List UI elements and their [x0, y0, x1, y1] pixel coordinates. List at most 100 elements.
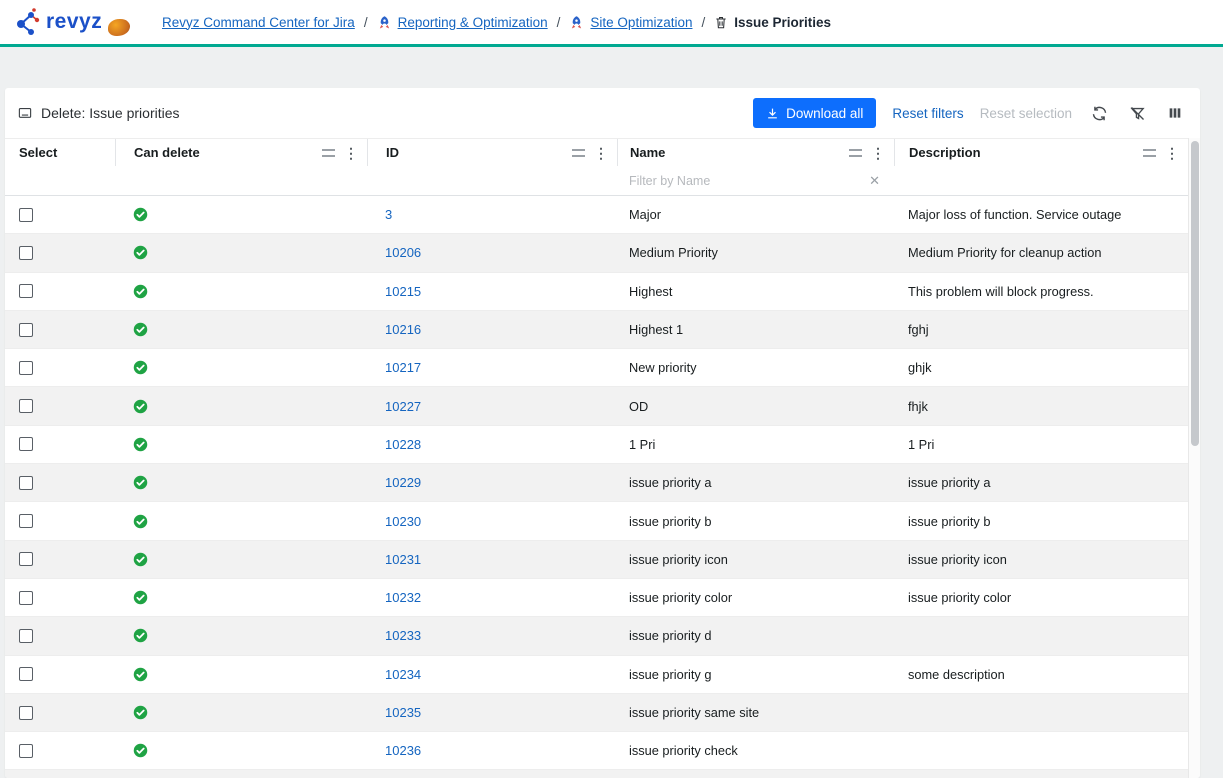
- column-kebab-icon[interactable]: ⋮: [344, 146, 358, 160]
- table-body: 3 Major Major loss of function. Service …: [5, 196, 1200, 770]
- reset-selection-button[interactable]: Reset selection: [980, 106, 1072, 121]
- row-checkbox[interactable]: [19, 208, 33, 222]
- column-header-description[interactable]: Description ⋮: [894, 139, 1188, 166]
- row-id-link[interactable]: 3: [385, 207, 392, 222]
- row-id-link[interactable]: 10227: [385, 399, 421, 414]
- page-title: Delete: Issue priorities: [41, 105, 180, 121]
- row-checkbox[interactable]: [19, 476, 33, 490]
- column-menu-icon[interactable]: [322, 149, 335, 157]
- row-checkbox[interactable]: [19, 552, 33, 566]
- can-delete-check-icon: [133, 552, 148, 567]
- row-checkbox[interactable]: [19, 591, 33, 605]
- row-description: issue priority icon: [908, 552, 1007, 567]
- filter-off-icon[interactable]: [1126, 102, 1148, 124]
- row-checkbox[interactable]: [19, 514, 33, 528]
- row-name: issue priority d: [629, 628, 712, 643]
- row-id-link[interactable]: 10229: [385, 475, 421, 490]
- can-delete-check-icon: [133, 245, 148, 260]
- row-id-link[interactable]: 10216: [385, 322, 421, 337]
- column-label: ID: [386, 145, 399, 160]
- row-description: ghjk: [908, 360, 931, 375]
- logo-sticker: [108, 19, 130, 36]
- row-id-link[interactable]: 10234: [385, 667, 421, 682]
- vertical-scrollbar[interactable]: [1188, 138, 1200, 778]
- row-id-link[interactable]: 10230: [385, 514, 421, 529]
- screen-icon: [17, 106, 33, 121]
- breadcrumb: Revyz Command Center for Jira / Reportin…: [162, 15, 831, 30]
- table-row: 10215 Highest This problem will block pr…: [5, 273, 1200, 311]
- row-name: New priority: [629, 360, 697, 375]
- row-id-link[interactable]: 10215: [385, 284, 421, 299]
- rocket-icon: [377, 15, 392, 30]
- refresh-icon[interactable]: [1088, 102, 1110, 124]
- scrollbar-thumb[interactable]: [1191, 141, 1199, 446]
- table-row: 10217 New priority ghjk: [5, 349, 1200, 387]
- row-id-link[interactable]: 10206: [385, 245, 421, 260]
- table-row: 10229 issue priority a issue priority a: [5, 464, 1200, 502]
- row-checkbox[interactable]: [19, 399, 33, 413]
- row-checkbox[interactable]: [19, 437, 33, 451]
- clear-filter-icon[interactable]: ✕: [869, 173, 880, 189]
- row-description: some description: [908, 667, 1005, 682]
- table-row: 10216 Highest 1 fghj: [5, 311, 1200, 349]
- column-kebab-icon[interactable]: ⋮: [871, 146, 885, 160]
- can-delete-check-icon: [133, 322, 148, 337]
- row-id-link[interactable]: 10233: [385, 628, 421, 643]
- row-checkbox[interactable]: [19, 629, 33, 643]
- breadcrumb-link-reporting-optimization[interactable]: Reporting & Optimization: [398, 15, 548, 30]
- row-checkbox[interactable]: [19, 744, 33, 758]
- table-row: 10227 OD fhjk: [5, 387, 1200, 425]
- logo-wordmark: revyz: [46, 10, 102, 34]
- name-filter-input[interactable]: [629, 174, 863, 188]
- columns-icon[interactable]: [1164, 102, 1186, 124]
- row-checkbox[interactable]: [19, 361, 33, 375]
- issue-priorities-card: Delete: Issue priorities Download all Re…: [5, 88, 1200, 778]
- reset-filters-button[interactable]: Reset filters: [892, 106, 963, 121]
- can-delete-check-icon: [133, 360, 148, 375]
- row-id-link[interactable]: 10231: [385, 552, 421, 567]
- table-row: 10235 issue priority same site: [5, 694, 1200, 732]
- molecule-logo-icon: [14, 7, 40, 37]
- can-delete-check-icon: [133, 628, 148, 643]
- column-header-id[interactable]: ID ⋮: [367, 139, 617, 166]
- column-kebab-icon[interactable]: ⋮: [594, 146, 608, 160]
- row-id-link[interactable]: 10236: [385, 743, 421, 758]
- row-name: issue priority g: [629, 667, 712, 682]
- table-row: 10234 issue priority g some description: [5, 656, 1200, 694]
- row-checkbox[interactable]: [19, 284, 33, 298]
- row-checkbox[interactable]: [19, 323, 33, 337]
- download-all-button[interactable]: Download all: [753, 98, 876, 128]
- breadcrumb-link-command-center[interactable]: Revyz Command Center for Jira: [162, 15, 355, 30]
- revyz-logo[interactable]: revyz: [14, 7, 162, 37]
- row-id-link[interactable]: 10232: [385, 590, 421, 605]
- column-header-select[interactable]: Select: [5, 139, 115, 166]
- table-row: 10230 issue priority b issue priority b: [5, 502, 1200, 540]
- row-checkbox[interactable]: [19, 246, 33, 260]
- row-name: Highest 1: [629, 322, 683, 337]
- column-label: Can delete: [134, 145, 200, 160]
- row-id-link[interactable]: 10217: [385, 360, 421, 375]
- app-header: revyz Revyz Command Center for Jira / Re…: [0, 0, 1223, 47]
- card-title-group: Delete: Issue priorities: [17, 105, 180, 121]
- row-id-link[interactable]: 10228: [385, 437, 421, 452]
- table-row: 10233 issue priority d: [5, 617, 1200, 655]
- can-delete-check-icon: [133, 590, 148, 605]
- row-name: issue priority color: [629, 590, 732, 605]
- row-name: issue priority icon: [629, 552, 728, 567]
- can-delete-check-icon: [133, 437, 148, 452]
- breadcrumb-link-site-optimization[interactable]: Site Optimization: [590, 15, 692, 30]
- column-menu-icon[interactable]: [1143, 149, 1156, 157]
- column-header-name[interactable]: Name ⋮: [617, 139, 894, 166]
- row-name: Major: [629, 207, 661, 222]
- column-header-can-delete[interactable]: Can delete ⋮: [115, 139, 367, 166]
- can-delete-check-icon: [133, 475, 148, 490]
- column-menu-icon[interactable]: [849, 149, 862, 157]
- row-checkbox[interactable]: [19, 706, 33, 720]
- row-id-link[interactable]: 10235: [385, 705, 421, 720]
- row-checkbox[interactable]: [19, 667, 33, 681]
- row-name: issue priority same site: [629, 705, 759, 720]
- column-kebab-icon[interactable]: ⋮: [1165, 146, 1179, 160]
- row-description: fghj: [908, 322, 929, 337]
- row-description: Major loss of function. Service outage: [908, 207, 1121, 222]
- column-menu-icon[interactable]: [572, 149, 585, 157]
